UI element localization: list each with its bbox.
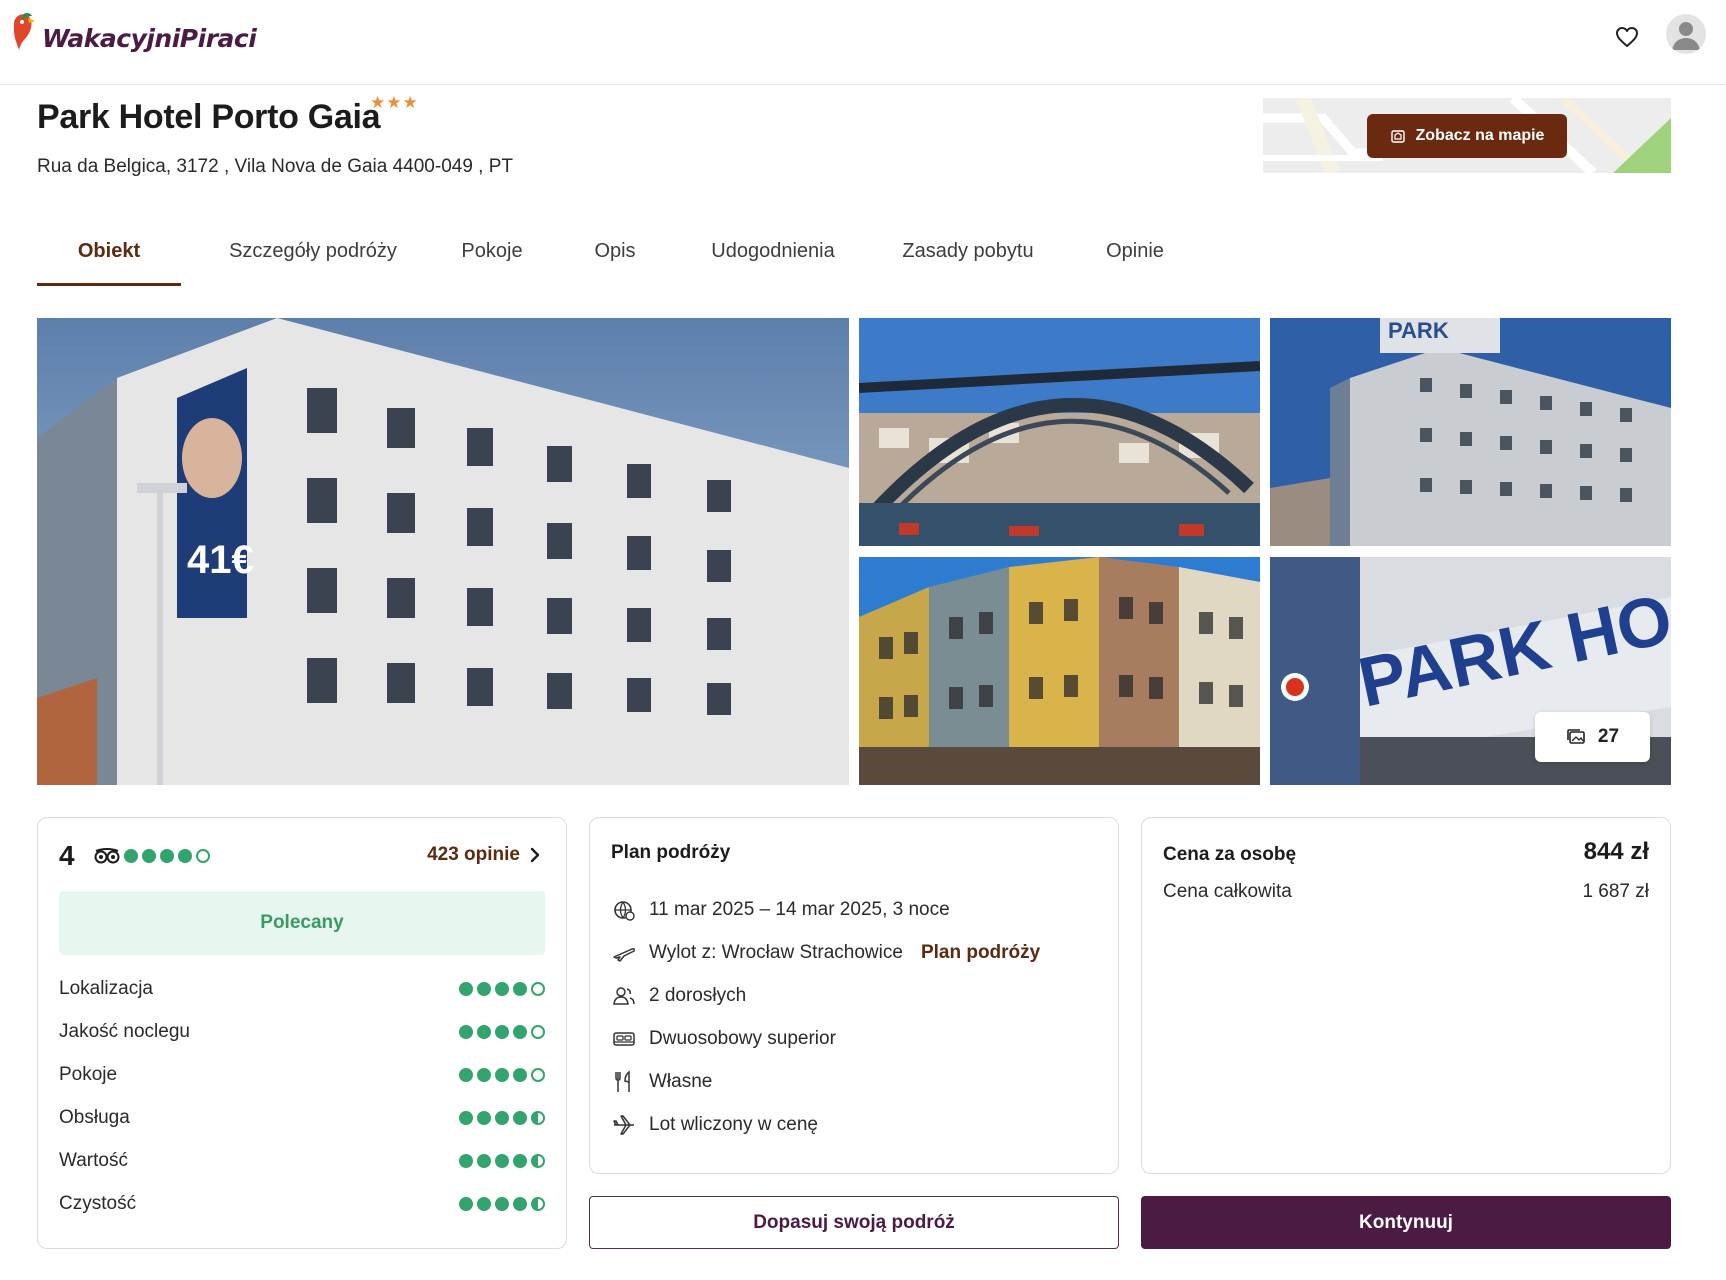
photo-ribeira-houses[interactable] <box>859 557 1260 785</box>
all-photos-button[interactable]: 27 <box>1535 712 1650 762</box>
trip-departure: Wylot z: Wrocław Strachowice Plan podróż… <box>611 939 1040 967</box>
rating-label: Lokalizacja <box>59 978 153 999</box>
photo-porto-bridge[interactable] <box>859 318 1260 546</box>
rating-dot <box>124 849 138 863</box>
room-text: Dwuosobowy superior <box>649 1028 836 1049</box>
calendar-globe-icon <box>611 897 637 923</box>
rating-label: Jakość noclegu <box>59 1021 190 1042</box>
user-avatar[interactable] <box>1666 14 1706 54</box>
rating-label: Czystość <box>59 1193 137 1214</box>
trip-plan-link[interactable]: Plan podróży <box>921 942 1040 964</box>
trip-plan-card: Plan podróży 11 mar 2025 – 14 mar 2025, … <box>589 817 1119 1174</box>
rating-dots <box>459 1111 545 1125</box>
trip-guests: 2 dorosłych <box>611 982 746 1010</box>
rating-label: Pokoje <box>59 1064 118 1085</box>
user-icon <box>1672 22 1700 50</box>
trip-board: Własne <box>611 1068 712 1096</box>
rating-row-jakosc-noclegu: Jakość noclegu <box>59 1019 545 1045</box>
price-card: Cena za osobę 844 zł Cena całkowita 1 68… <box>1141 817 1671 1174</box>
rating-dots <box>459 1154 545 1168</box>
rating-row-czystosc: Czystość <box>59 1191 545 1217</box>
trip-flight: Lot wliczony w cenę <box>611 1111 818 1139</box>
continue-button[interactable]: Kontynuuj <box>1141 1196 1671 1249</box>
show-on-map-button[interactable]: Zobacz na mapie <box>1367 114 1567 158</box>
guests-text: 2 dorosłych <box>649 985 747 1006</box>
reviews-count: 423 opinie <box>427 844 520 865</box>
trip-room: Dwuosobowy superior <box>611 1025 836 1053</box>
rating-dots <box>459 982 545 996</box>
reviews-card: 4 423 opinie Polecany Lokalizacja Jakość… <box>37 817 567 1249</box>
review-score: 4 <box>59 840 75 871</box>
rating-dot <box>196 849 210 863</box>
tab-szczegoly-podrozy[interactable]: Szczegóły podróży <box>199 232 427 286</box>
tab-pokoje[interactable]: Pokoje <box>447 232 537 286</box>
section-tabs: Obiekt Szczegóły podróży Pokoje Opis Udo… <box>37 232 1180 286</box>
rating-dots <box>459 1025 545 1039</box>
total-price-label: Cena całkowita <box>1163 881 1292 902</box>
rating-label: Obsługa <box>59 1107 130 1128</box>
trip-plan-title: Plan podróży <box>611 842 731 863</box>
cutlery-icon <box>611 1069 637 1095</box>
photo-hotel-exterior[interactable]: PARK <box>1270 318 1671 546</box>
tab-udogodnienia[interactable]: Udogodnienia <box>693 232 853 286</box>
tab-opinie[interactable]: Opinie <box>1090 232 1180 286</box>
price-per-person-label: Cena za osobę <box>1163 844 1297 865</box>
hotel-address: Rua da Belgica, 3172 , Vila Nova de Gaia… <box>37 156 514 177</box>
gallery-icon <box>1567 729 1585 744</box>
top-bar: WakacyjniPiraci <box>0 0 1726 85</box>
svg-text:41€: 41€ <box>187 538 254 582</box>
photo-hotel-facade[interactable]: 41€ <box>37 318 849 785</box>
rating-dot <box>142 849 156 863</box>
map-pin-icon <box>1390 130 1405 143</box>
recommended-badge: Polecany <box>59 891 545 955</box>
reviews-link[interactable]: 423 opinie <box>427 844 540 866</box>
logo[interactable]: WakacyjniPiraci <box>8 10 257 54</box>
trip-dates: 11 mar 2025 – 14 mar 2025, 3 noce <box>611 896 950 924</box>
rating-row-pokoje: Pokoje <box>59 1062 545 1088</box>
heart-icon <box>1616 27 1638 47</box>
rating-dots <box>459 1197 545 1211</box>
rating-label: Wartość <box>59 1150 128 1171</box>
tab-obiekt[interactable]: Obiekt <box>37 232 181 286</box>
chevron-right-icon <box>530 847 540 863</box>
plane-takeoff-icon <box>611 940 637 966</box>
rating-dots <box>459 1068 545 1082</box>
trip-dates-text: 11 mar 2025 – 14 mar 2025, 3 noce <box>649 899 950 920</box>
show-on-map-label: Zobacz na mapie <box>1415 127 1545 144</box>
tripadvisor-owl-icon <box>94 848 120 864</box>
tab-opis[interactable]: Opis <box>580 232 650 286</box>
flight-text: Lot wliczony w cenę <box>649 1114 818 1135</box>
total-price-value: 1 687 zł <box>1582 881 1649 902</box>
rating-row-lokalizacja: Lokalizacja <box>59 976 545 1002</box>
board-text: Własne <box>649 1071 713 1092</box>
bed-icon <box>611 1026 637 1052</box>
photo-gallery: 41€ PARK PARK HO <box>37 318 1671 785</box>
rating-row-wartosc: Wartość <box>59 1148 545 1174</box>
rating-dot <box>160 849 174 863</box>
favorites-button[interactable] <box>1610 20 1644 54</box>
parrot-logo-icon <box>8 10 38 54</box>
price-per-person-value: 844 zł <box>1583 838 1649 865</box>
svg-text:PARK: PARK <box>1388 318 1449 343</box>
rating-dot <box>178 849 192 863</box>
customize-trip-button[interactable]: Dopasuj swoją podróż <box>589 1196 1119 1249</box>
plane-icon <box>611 1112 637 1138</box>
hotel-stars: ★★★ <box>370 93 419 112</box>
tripadvisor-rating <box>94 848 210 864</box>
rating-row-obsluga: Obsługa <box>59 1105 545 1131</box>
brand-name: WakacyjniPiraci <box>42 23 257 53</box>
tab-zasady-pobytu[interactable]: Zasady pobytu <box>893 232 1043 286</box>
hotel-name: Park Hotel Porto Gaia <box>37 98 381 136</box>
departure-text: Wylot z: Wrocław Strachowice <box>649 942 903 963</box>
users-icon <box>611 983 637 1009</box>
photo-count: 27 <box>1597 726 1620 747</box>
